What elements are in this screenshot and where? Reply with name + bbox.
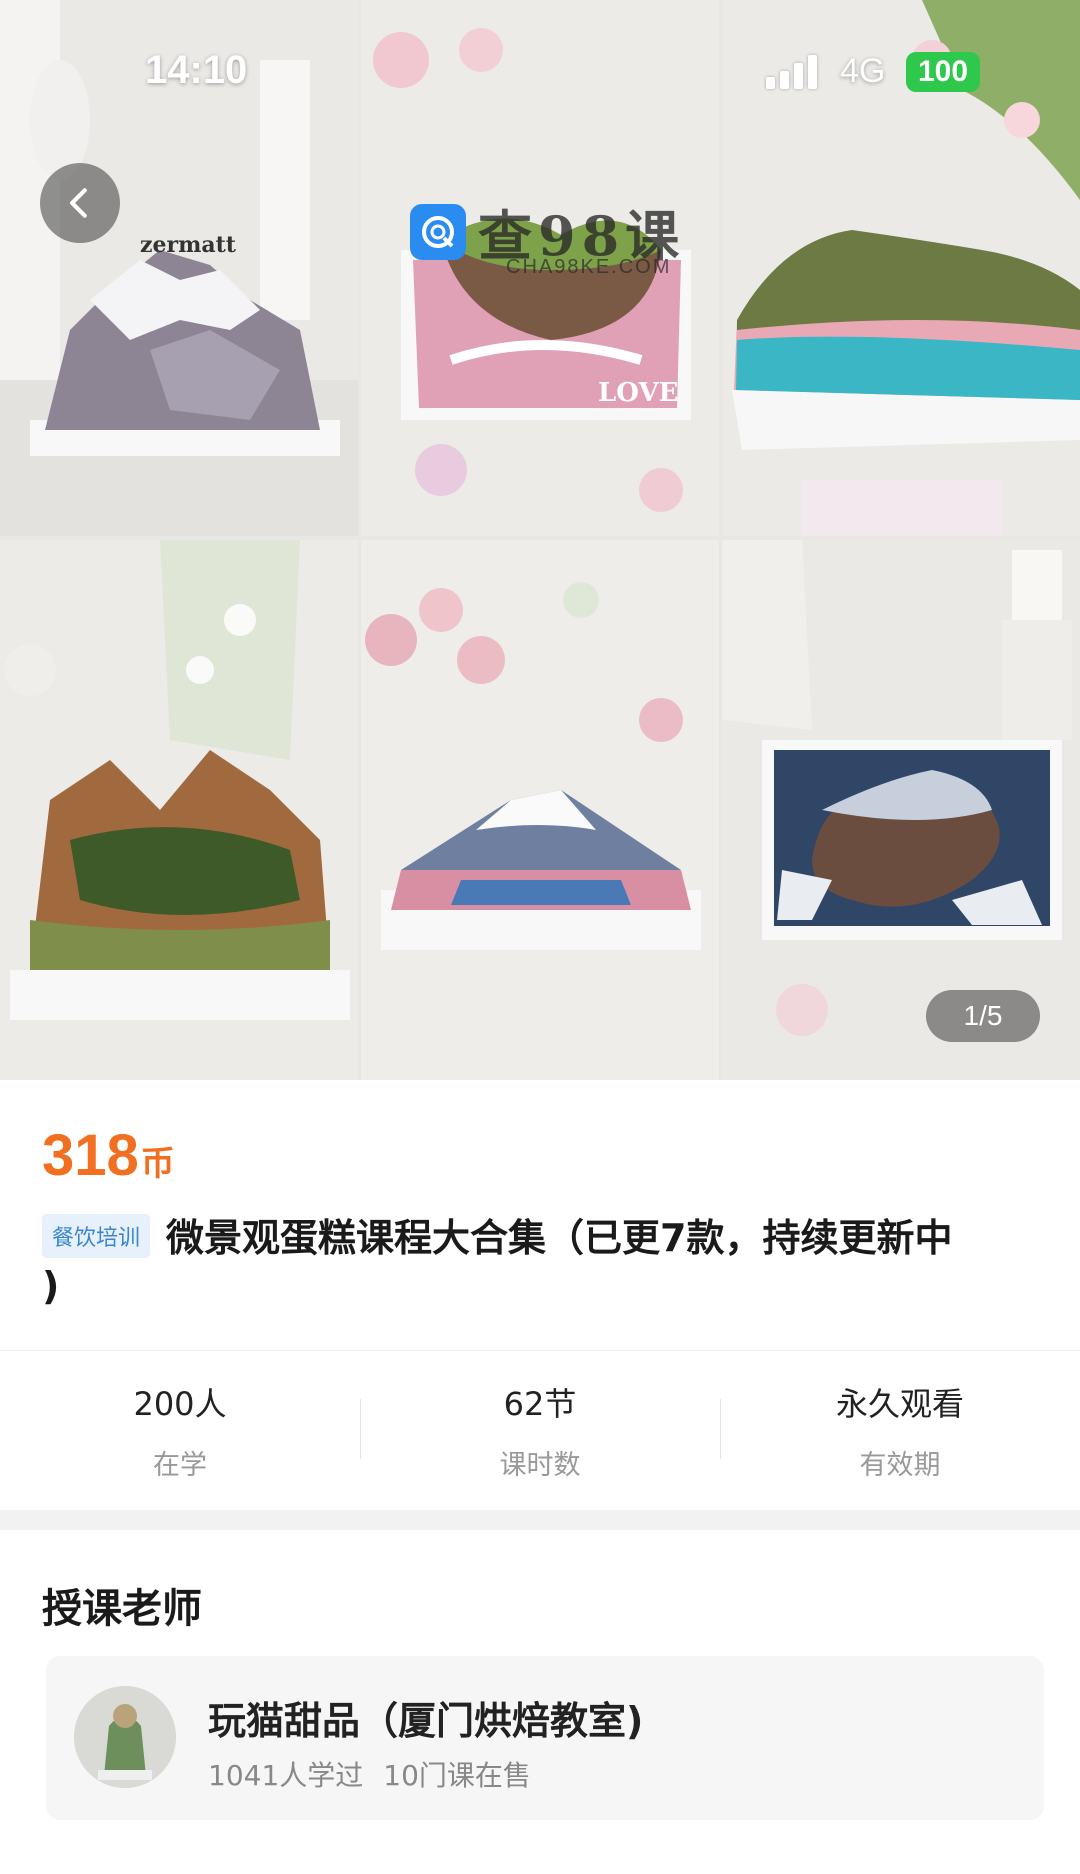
watermark-subtext: CHA98KE.COM — [506, 256, 672, 278]
watermark: 查98课 CHA98KE.COM — [410, 192, 685, 278]
stat-validity: 永久观看 有效期 — [720, 1379, 1080, 1482]
teacher-avatar — [74, 1686, 176, 1788]
cake-photo-snow-mountain — [0, 0, 358, 536]
stat-value: 200人 — [133, 1385, 227, 1423]
cake-photo-canyon-lake — [0, 540, 358, 1080]
hero-image-gallery[interactable]: 查98课 CHA98KE.COM zermatt LOVE 1/5 — [0, 0, 1080, 1080]
stat-value: 62节 — [503, 1385, 577, 1423]
stat-label: 在学 — [153, 1450, 207, 1481]
teacher-learners: 1041人学过 — [208, 1759, 364, 1792]
cake-photo-mount-fuji — [361, 540, 719, 1080]
course-stats: 200人 在学 62节 课时数 永久观看 有效期 — [0, 1350, 1080, 1510]
category-tag[interactable]: 餐饮培训 — [42, 1214, 151, 1258]
stat-value: 永久观看 — [835, 1385, 964, 1423]
watermark-logo-icon — [410, 203, 466, 260]
cake-photo-beach — [722, 0, 1080, 536]
teacher-section-title: 授课老师 — [42, 1586, 202, 1632]
cake-label-love: LOVE — [598, 378, 679, 408]
cake-label-zermatt: zermatt — [140, 232, 236, 258]
teacher-section: 授课老师 玩猫甜品（厦门烘焙教室) 1041人学过 10门课在售 — [0, 1530, 1080, 1874]
teacher-courses: 10门课在售 — [383, 1759, 531, 1792]
chevron-left-icon — [70, 188, 87, 218]
course-title-continued: ) — [42, 1264, 60, 1308]
stat-label: 课时数 — [499, 1450, 581, 1481]
teacher-name: 玩猫甜品（厦门烘焙教室) — [208, 1699, 644, 1743]
course-title-row: 餐饮培训 微景观蛋糕课程大合集（已更7款，持续更新中 — [42, 1212, 1042, 1264]
gallery-pager: 1/5 — [926, 990, 1040, 1042]
course-price: 318 币 — [42, 1122, 175, 1189]
price-unit: 币 — [140, 1144, 175, 1184]
course-title: 微景观蛋糕课程大合集（已更7款，持续更新中 — [166, 1216, 953, 1260]
teacher-meta: 1041人学过 10门课在售 — [208, 1754, 531, 1794]
back-button[interactable] — [40, 163, 120, 243]
teacher-card[interactable]: 玩猫甜品（厦门烘焙教室) 1041人学过 10门课在售 — [46, 1656, 1044, 1820]
price-value: 318 — [42, 1123, 139, 1188]
stat-lessons: 62节 课时数 — [360, 1379, 720, 1482]
stat-students: 200人 在学 — [0, 1379, 360, 1482]
stat-label: 有效期 — [859, 1450, 941, 1481]
